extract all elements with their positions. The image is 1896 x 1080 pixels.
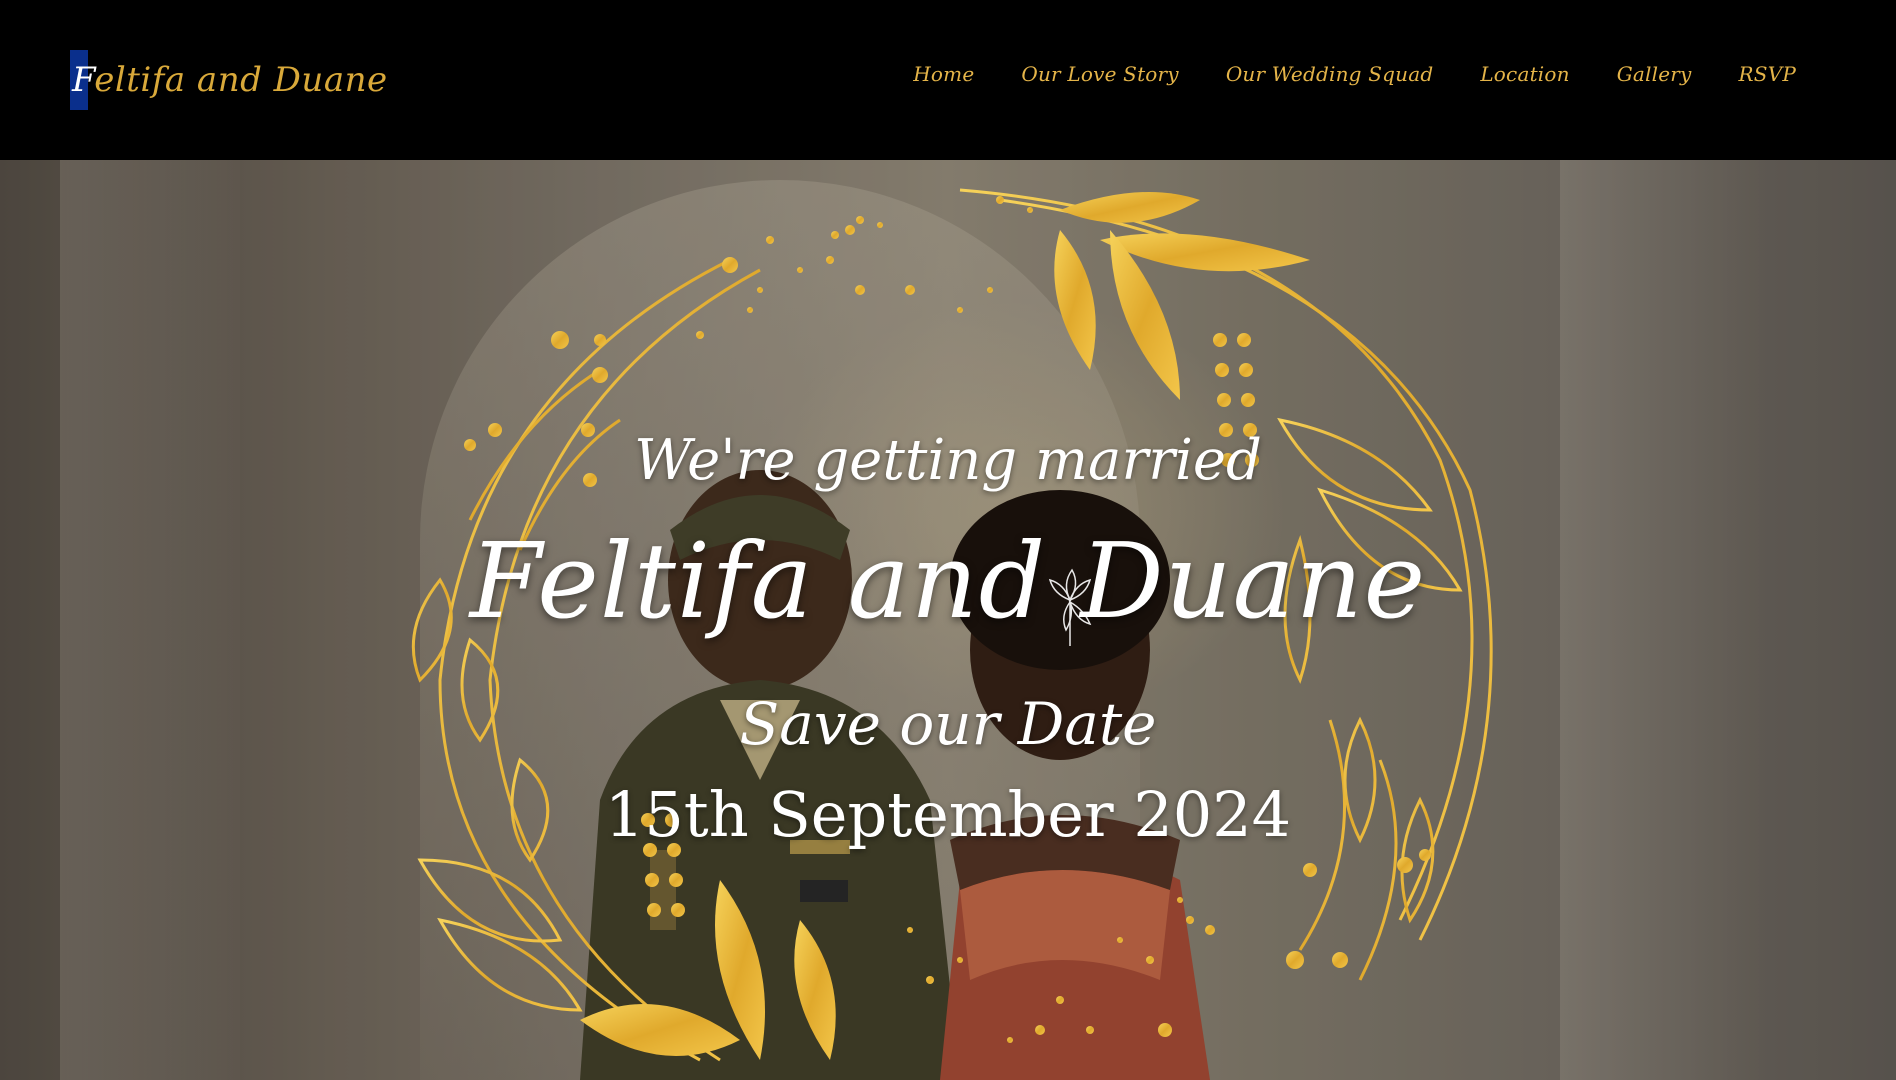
nav-item-our-wedding-squad[interactable]: Our Wedding Squad <box>1226 62 1434 86</box>
hero-save-date: Save our Date <box>739 690 1157 758</box>
hero-wedding-date: 15th September 2024 <box>604 778 1292 851</box>
site-header: Feltifa and Duane Home Our Love Story Ou… <box>0 0 1896 160</box>
main-nav: Home Our Love Story Our Wedding Squad Lo… <box>866 62 1796 86</box>
nav-item-rsvp[interactable]: RSVP <box>1739 62 1796 86</box>
nav-item-our-love-story[interactable]: Our Love Story <box>1021 62 1178 86</box>
page: Feltifa and Duane Home Our Love Story Ou… <box>0 0 1896 1080</box>
nav-item-gallery[interactable]: Gallery <box>1617 62 1692 86</box>
nav-item-location[interactable]: Location <box>1480 62 1569 86</box>
brand-logo[interactable]: Feltifa and Duane <box>70 50 388 110</box>
brand-title: Feltifa and Duane <box>70 60 388 100</box>
hero-tagline: We're getting married <box>634 428 1262 493</box>
brand-title-rest: eltifa and Duane <box>94 60 388 100</box>
nav-item-home[interactable]: Home <box>913 62 974 86</box>
hero-text-group: We're getting married Feltifa and Duane … <box>0 160 1896 1080</box>
brand-first-letter: F <box>72 60 95 100</box>
hero-section: We're getting married Feltifa and Duane … <box>0 160 1896 1080</box>
lily-flower-icon <box>1048 568 1092 646</box>
hero-couple-names: Feltifa and Duane <box>469 520 1427 642</box>
